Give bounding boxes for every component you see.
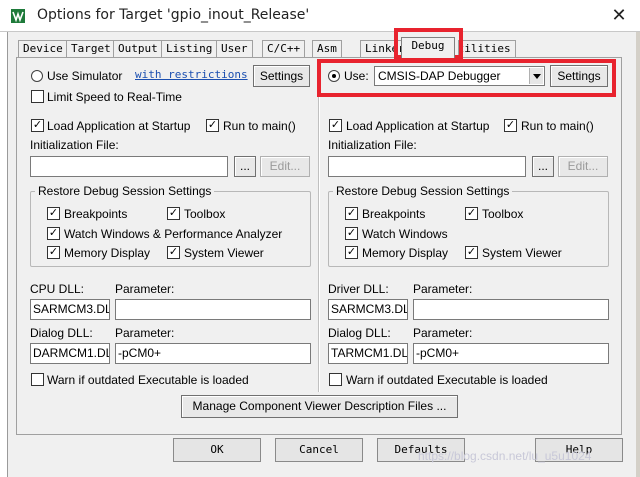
watermark: https://blog.csdn.net/lu_u5u1024: [418, 449, 592, 463]
right-init-file-input[interactable]: [328, 156, 526, 177]
left-load-app-label: Load Application at Startup: [47, 119, 191, 133]
right-load-app-label: Load Application at Startup: [346, 119, 490, 133]
left-watch-label: Watch Windows & Performance Analyzer: [64, 227, 283, 241]
tab-target[interactable]: Target: [66, 40, 116, 57]
tab-listing[interactable]: Listing: [161, 40, 218, 57]
left-edit-button[interactable]: Edit...: [260, 156, 310, 177]
title-bar: Options for Target 'gpio_inout_Release' …: [0, 0, 640, 32]
left-run-to-main-label: Run to main(): [223, 119, 296, 133]
left-run-to-main-checkbox[interactable]: ✓: [206, 119, 219, 132]
tab-output[interactable]: Output: [113, 40, 163, 57]
ok-button[interactable]: OK: [173, 438, 261, 462]
driver-param-input[interactable]: [413, 299, 609, 320]
cpu-param-label: Parameter:: [115, 282, 175, 296]
left-sysviewer-label: System Viewer: [184, 246, 264, 260]
tab-user[interactable]: User: [216, 40, 253, 57]
left-dialog-dll-label: Dialog DLL:: [30, 326, 93, 340]
driver-dll-label: Driver DLL:: [328, 282, 389, 296]
cpu-param-input[interactable]: [115, 299, 311, 320]
left-init-file-input[interactable]: [30, 156, 228, 177]
left-load-app-checkbox[interactable]: ✓: [31, 119, 44, 132]
right-sysviewer-label: System Viewer: [482, 246, 562, 260]
tab-utilities[interactable]: Utilities: [458, 40, 516, 57]
right-restore-title: Restore Debug Session Settings: [333, 184, 513, 198]
debugger-selection-highlight: [317, 59, 616, 97]
simulator-settings-button[interactable]: Settings: [253, 65, 310, 87]
tab-c-cpp[interactable]: C/C++: [262, 40, 306, 57]
window-title: Options for Target 'gpio_inout_Release': [37, 7, 310, 23]
right-edit-button[interactable]: Edit...: [558, 156, 608, 177]
right-toolbox-label: Toolbox: [482, 207, 524, 221]
right-warn-label: Warn if outdated Executable is loaded: [346, 373, 548, 387]
right-dialog-param-input[interactable]: -pCM0+: [413, 343, 609, 364]
right-browse-button[interactable]: ...: [532, 156, 554, 177]
right-watch-label: Watch Windows: [362, 227, 448, 241]
manage-component-viewer-button[interactable]: Manage Component Viewer Description File…: [181, 395, 458, 418]
column-divider-highlight: [319, 68, 320, 392]
right-dialog-dll-input[interactable]: TARMCM1.DLL: [328, 343, 408, 364]
left-warn-checkbox[interactable]: [31, 373, 44, 386]
right-watch-checkbox[interactable]: ✓: [345, 227, 358, 240]
with-restrictions-link[interactable]: with restrictions: [135, 68, 248, 81]
left-breakpoints-label: Breakpoints: [64, 207, 128, 221]
background-editor-strip: [0, 32, 8, 477]
use-simulator-radio[interactable]: [31, 70, 43, 82]
left-toolbox-checkbox[interactable]: ✓: [167, 207, 180, 220]
limit-speed-label: Limit Speed to Real-Time: [47, 90, 182, 104]
left-restore-title: Restore Debug Session Settings: [35, 184, 215, 198]
tab-asm[interactable]: Asm: [312, 40, 342, 57]
right-breakpoints-checkbox[interactable]: ✓: [345, 207, 358, 220]
left-init-file-label: Initialization File:: [30, 138, 119, 152]
right-run-to-main-label: Run to main(): [521, 119, 594, 133]
left-dialog-param-label: Parameter:: [115, 326, 175, 340]
close-icon[interactable]: ✕: [608, 4, 630, 26]
right-toolbox-checkbox[interactable]: ✓: [465, 207, 478, 220]
cpu-dll-label: CPU DLL:: [30, 282, 85, 296]
tab-debug[interactable]: Debug: [401, 37, 455, 58]
left-memory-label: Memory Display: [64, 246, 151, 260]
right-sysviewer-checkbox[interactable]: ✓: [465, 246, 478, 259]
tab-device[interactable]: Device: [18, 40, 68, 57]
left-dialog-dll-input[interactable]: DARMCM1.DLL: [30, 343, 110, 364]
left-memory-checkbox[interactable]: ✓: [47, 246, 60, 259]
use-simulator-label: Use Simulator: [47, 69, 123, 83]
left-dialog-param-input[interactable]: -pCM0+: [115, 343, 311, 364]
driver-dll-input[interactable]: SARMCM3.DLL: [328, 299, 408, 320]
right-run-to-main-checkbox[interactable]: ✓: [504, 119, 517, 132]
left-sysviewer-checkbox[interactable]: ✓: [167, 246, 180, 259]
left-browse-button[interactable]: ...: [234, 156, 256, 177]
right-dialog-dll-label: Dialog DLL:: [328, 326, 391, 340]
app-icon: [11, 9, 25, 23]
right-memory-label: Memory Display: [362, 246, 449, 260]
limit-speed-checkbox[interactable]: [31, 90, 44, 103]
cancel-button[interactable]: Cancel: [275, 438, 363, 462]
left-warn-label: Warn if outdated Executable is loaded: [47, 373, 249, 387]
driver-param-label: Parameter:: [413, 282, 473, 296]
right-init-file-label: Initialization File:: [328, 138, 417, 152]
right-breakpoints-label: Breakpoints: [362, 207, 426, 221]
right-memory-checkbox[interactable]: ✓: [345, 246, 358, 259]
right-load-app-checkbox[interactable]: ✓: [329, 119, 342, 132]
left-breakpoints-checkbox[interactable]: ✓: [47, 207, 60, 220]
right-dialog-param-label: Parameter:: [413, 326, 473, 340]
left-toolbox-label: Toolbox: [184, 207, 226, 221]
cpu-dll-input[interactable]: SARMCM3.DLL: [30, 299, 110, 320]
right-warn-checkbox[interactable]: [329, 373, 342, 386]
left-watch-checkbox[interactable]: ✓: [47, 227, 60, 240]
